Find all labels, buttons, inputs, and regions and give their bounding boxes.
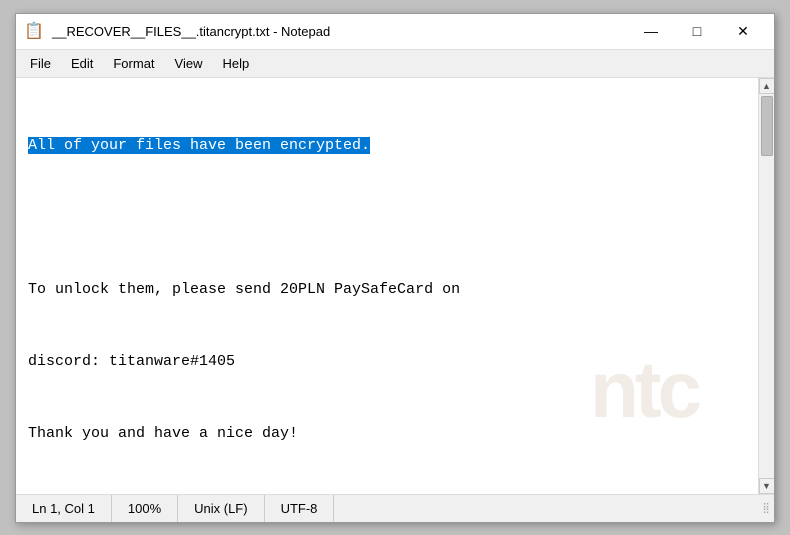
title-bar: 📋 __RECOVER__FILES__.titancrypt.txt - No… (16, 14, 774, 50)
editor-area: All of your files have been encrypted. T… (16, 78, 774, 494)
text-line-4: discord: titanware#1405 (28, 350, 746, 374)
text-line-5: Thank you and have a nice day! (28, 422, 746, 446)
menu-view[interactable]: View (165, 52, 213, 75)
maximize-button[interactable]: □ (674, 13, 720, 49)
status-bar: Ln 1, Col 1 100% Unix (LF) UTF-8 ⣿ (16, 494, 774, 522)
zoom-label: 100% (128, 501, 161, 516)
cursor-position: Ln 1, Col 1 (16, 495, 112, 522)
scroll-thumb[interactable] (761, 96, 773, 156)
text-line-1: All of your files have been encrypted. (28, 134, 746, 158)
menu-file[interactable]: File (20, 52, 61, 75)
minimize-button[interactable]: — (628, 13, 674, 49)
text-line-3: To unlock them, please send 20PLN PaySaf… (28, 278, 746, 302)
line-ending[interactable]: Unix (LF) (178, 495, 264, 522)
menu-edit[interactable]: Edit (61, 52, 103, 75)
notepad-window: 📋 __RECOVER__FILES__.titancrypt.txt - No… (15, 13, 775, 523)
encoding[interactable]: UTF-8 (265, 495, 335, 522)
resize-handle[interactable]: ⣿ (758, 500, 774, 516)
scroll-down-arrow[interactable]: ▼ (759, 478, 775, 494)
title-left: 📋 __RECOVER__FILES__.titancrypt.txt - No… (24, 21, 330, 41)
position-label: Ln 1, Col 1 (32, 501, 95, 516)
line-ending-label: Unix (LF) (194, 501, 247, 516)
text-line-2 (28, 206, 746, 230)
text-editor[interactable]: All of your files have been encrypted. T… (16, 78, 758, 494)
zoom-level[interactable]: 100% (112, 495, 178, 522)
menu-bar: File Edit Format View Help (16, 50, 774, 78)
window-controls: — □ ✕ (628, 13, 766, 49)
window-title: __RECOVER__FILES__.titancrypt.txt - Note… (52, 24, 330, 39)
selected-text: All of your files have been encrypted. (28, 137, 370, 154)
menu-help[interactable]: Help (212, 52, 259, 75)
encoding-label: UTF-8 (281, 501, 318, 516)
app-icon: 📋 (24, 21, 44, 41)
scroll-up-arrow[interactable]: ▲ (759, 78, 775, 94)
scrollbar[interactable]: ▲ ▼ (758, 78, 774, 494)
close-button[interactable]: ✕ (720, 13, 766, 49)
menu-format[interactable]: Format (103, 52, 164, 75)
